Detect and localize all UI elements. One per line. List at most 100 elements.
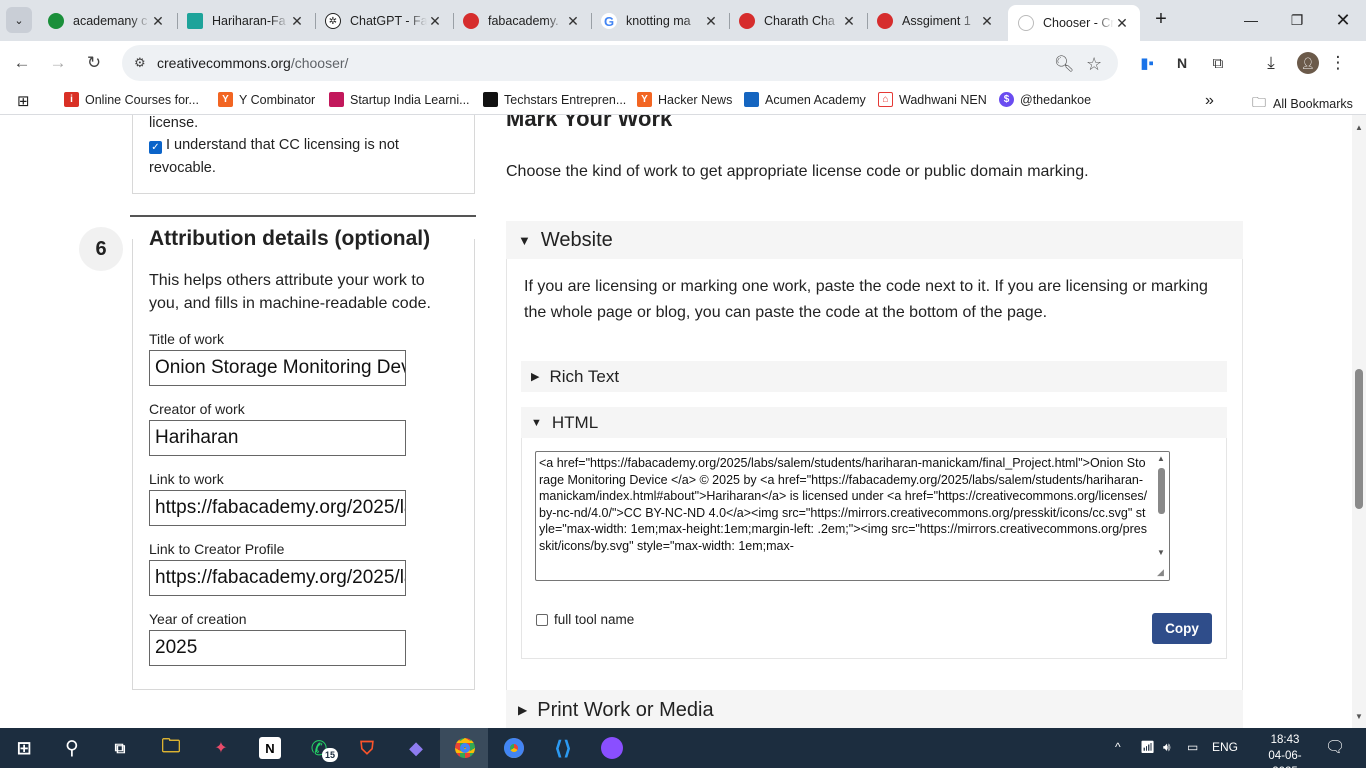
- tab-fabacademy[interactable]: fabacademy. ✕: [453, 6, 591, 36]
- notion-extension-icon[interactable]: N: [1171, 52, 1193, 74]
- rich-text-accordion[interactable]: ▶ Rich Text: [521, 361, 1227, 392]
- tab-academany[interactable]: academany c ✕: [38, 6, 176, 36]
- tab-google-knotting[interactable]: G knotting ma ✕: [591, 6, 729, 36]
- close-icon[interactable]: ✕: [979, 13, 995, 30]
- volume-icon[interactable]: 🔊︎: [1163, 740, 1171, 755]
- bookmark-online-courses[interactable]: i Online Courses for...: [64, 92, 199, 107]
- address-bar[interactable]: ⚙ creativecommons.org/chooser/ 🔍︎ ☆: [122, 45, 1118, 81]
- close-window-button[interactable]: ✕: [1320, 0, 1366, 40]
- star-icon[interactable]: ☆: [1086, 54, 1102, 75]
- wifi-icon[interactable]: 📶︎: [1140, 740, 1155, 754]
- clock[interactable]: 18:43 04-06-2025: [1262, 732, 1308, 780]
- checkbox-unchecked[interactable]: [536, 613, 548, 626]
- profile-avatar[interactable]: 👤︎: [1297, 52, 1319, 74]
- zoom-icon[interactable]: 🔍︎: [1054, 54, 1074, 74]
- minimize-button[interactable]: —: [1228, 0, 1274, 40]
- url-path: /chooser/: [290, 55, 349, 71]
- app-icon[interactable]: ✦: [206, 734, 236, 762]
- site-info-icon[interactable]: ⚙: [134, 55, 146, 71]
- arrow-right-icon: →: [49, 53, 67, 72]
- page-scrollbar[interactable]: ▲ ▼: [1352, 115, 1366, 728]
- notifications-icon[interactable]: 🗨︎: [1325, 737, 1345, 757]
- bookmark-startup-india[interactable]: Startup India Learni...: [329, 92, 470, 107]
- chrome-icon[interactable]: [450, 734, 480, 762]
- menu-icon[interactable]: ⋮: [1327, 52, 1349, 74]
- full-tool-name-option[interactable]: full tool name: [536, 612, 634, 627]
- copy-button[interactable]: Copy: [1152, 613, 1212, 644]
- year-input[interactable]: 2025: [149, 630, 406, 666]
- bookmark-wadhwani[interactable]: ⌂ Wadhwani NEN: [878, 92, 987, 107]
- close-icon[interactable]: ✕: [150, 13, 166, 30]
- bookmark-ycombinator[interactable]: Y Y Combinator: [218, 92, 315, 107]
- tab-chatgpt[interactable]: ✲ ChatGPT - Fa ✕: [315, 6, 453, 36]
- tab-assignment[interactable]: Assgiment 1 ✕: [867, 6, 1005, 36]
- forward-button[interactable]: →: [45, 50, 71, 76]
- tab-charath[interactable]: Charath Cha ✕: [729, 6, 867, 36]
- scroll-down-icon[interactable]: ▼: [1157, 548, 1165, 557]
- reload-icon: ↻: [86, 53, 102, 72]
- apps-icon[interactable]: ⊞: [17, 92, 30, 110]
- reload-button[interactable]: ↻: [81, 50, 107, 76]
- close-icon[interactable]: ✕: [289, 13, 305, 30]
- bookmark-hacker-news[interactable]: Y Hacker News: [637, 92, 732, 107]
- clock-date: 04-06-2025: [1268, 750, 1302, 778]
- mark-your-work-description: Choose the kind of work to get appropria…: [506, 163, 1089, 180]
- html-accordion[interactable]: ▼ HTML: [521, 407, 1227, 438]
- task-view-icon[interactable]: ⧉: [105, 734, 135, 762]
- url-text[interactable]: creativecommons.org/chooser/: [157, 55, 348, 71]
- creator-input[interactable]: Hariharan: [149, 420, 406, 456]
- close-icon[interactable]: ✕: [703, 13, 719, 30]
- html-code-textarea[interactable]: <a href="https://fabacademy.org/2025/lab…: [535, 451, 1170, 581]
- close-icon[interactable]: ✕: [565, 13, 581, 30]
- website-accordion[interactable]: ▼ Website: [506, 221, 1243, 259]
- chevron-up-icon[interactable]: ^: [1115, 740, 1121, 754]
- checkbox-checked[interactable]: ✓: [149, 141, 162, 154]
- scrollbar-thumb[interactable]: [1355, 369, 1363, 509]
- textarea-scrollbar[interactable]: ▲ ▼ ◢: [1154, 452, 1169, 580]
- revocable-checkbox-row[interactable]: ✓ I understand that CC licensing is not: [149, 134, 399, 157]
- title-of-work-input[interactable]: Onion Storage Monitoring Device: [149, 350, 406, 386]
- tab-chooser-active[interactable]: Chooser - Cr ✕: [1008, 5, 1140, 41]
- close-icon[interactable]: ✕: [841, 13, 857, 30]
- bookmark-techstars[interactable]: Techstars Entrepren...: [483, 92, 626, 107]
- battery-icon[interactable]: ▭: [1187, 740, 1198, 754]
- close-icon[interactable]: ✕: [427, 13, 443, 30]
- resize-handle-icon[interactable]: ◢: [1157, 567, 1164, 578]
- github-desktop-icon[interactable]: [597, 734, 627, 762]
- bookmark-label: Hacker News: [658, 92, 733, 107]
- back-button[interactable]: ←: [9, 50, 35, 76]
- bookmark-thedankoe[interactable]: $ @thedankoe: [999, 92, 1091, 107]
- search-icon[interactable]: ⚲: [57, 734, 87, 762]
- new-tab-button[interactable]: +: [1150, 8, 1172, 30]
- print-work-accordion[interactable]: ▶ Print Work or Media: [506, 690, 1243, 728]
- chrome-profile-icon[interactable]: [499, 734, 529, 762]
- bookmark-acumen[interactable]: Acumen Academy: [744, 92, 866, 107]
- creator-profile-input[interactable]: https://fabacademy.org/2025/labs/salem/s…: [149, 560, 406, 596]
- fabacademy-icon: [463, 13, 479, 29]
- caret-down-icon: ▼: [518, 232, 531, 248]
- obsidian-icon[interactable]: ◆: [401, 734, 431, 762]
- extension-sidepanel-icon[interactable]: ▮▪: [1136, 52, 1158, 74]
- close-icon[interactable]: ✕: [1114, 15, 1130, 32]
- all-bookmarks[interactable]: 🗀︎ All Bookmarks: [1252, 92, 1353, 116]
- more-bookmarks-icon[interactable]: »: [1205, 92, 1214, 110]
- scroll-down-icon[interactable]: ▼: [1355, 712, 1363, 721]
- windows-start-icon[interactable]: ⊞: [9, 734, 39, 762]
- scroll-up-icon[interactable]: ▲: [1355, 123, 1363, 132]
- language-indicator[interactable]: ENG: [1212, 740, 1238, 754]
- bookmark-label: Online Courses for...: [85, 92, 199, 107]
- tab-hariharan[interactable]: Hariharan-Fa ✕: [177, 6, 315, 36]
- tab-favicon-icon: [187, 13, 203, 29]
- scrollbar-thumb[interactable]: [1158, 468, 1165, 514]
- tab-search-button[interactable]: ⌄: [6, 7, 32, 33]
- link-to-work-input[interactable]: https://fabacademy.org/2025/labs/salem/s…: [149, 490, 406, 526]
- brave-icon[interactable]: ⛉: [352, 734, 382, 762]
- notion-icon[interactable]: N: [259, 737, 281, 759]
- extensions-puzzle-icon[interactable]: ⧉: [1207, 52, 1229, 74]
- scroll-up-icon[interactable]: ▲: [1157, 454, 1165, 463]
- download-icon[interactable]: ⤓: [1260, 52, 1282, 74]
- restore-button[interactable]: ❐: [1274, 0, 1320, 40]
- vscode-icon[interactable]: ⟨⟩: [548, 734, 578, 762]
- file-explorer-icon[interactable]: 🗀︎: [156, 734, 186, 762]
- bookmark-label: Acumen Academy: [765, 92, 866, 107]
